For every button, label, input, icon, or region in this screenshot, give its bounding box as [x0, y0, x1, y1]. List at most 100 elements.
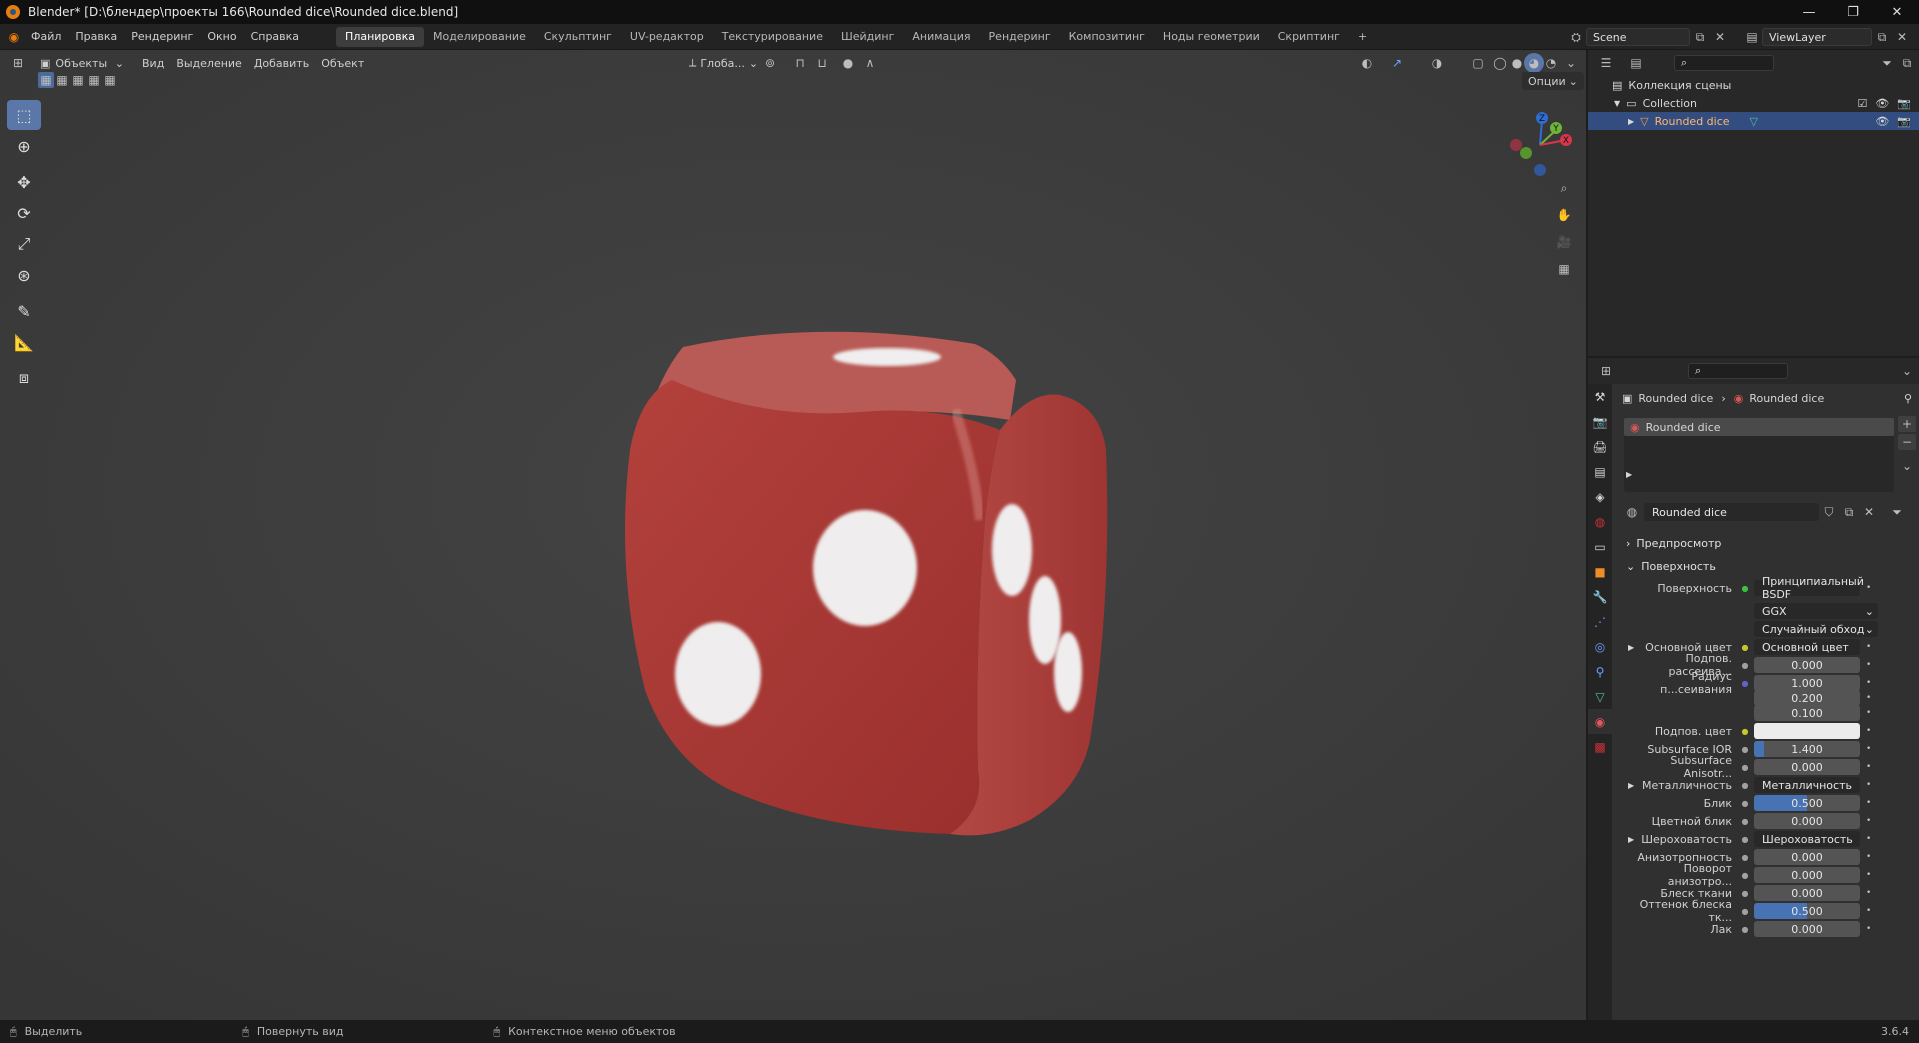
new-view-layer-icon[interactable]: ⧉ — [1872, 27, 1892, 47]
socket-dot-icon[interactable]: ● — [1740, 798, 1750, 808]
select-extend-icon[interactable]: ▦ — [54, 72, 70, 88]
material-tab-icon[interactable]: ◉ — [1588, 709, 1612, 734]
transform-orientation-selector[interactable]: ⟂ Глоба... ⌄ — [683, 53, 764, 73]
3d-viewport[interactable]: ⊞ ▣ Объекты ⌄ Вид Выделение Добавить Объе… — [0, 50, 1586, 1020]
outliner-row-scene-collection[interactable]: ▤ Коллекция сцены — [1588, 76, 1919, 94]
pan-hand-icon[interactable]: ✋ — [1552, 203, 1576, 227]
color-swatch-field[interactable] — [1754, 723, 1860, 739]
number-field[interactable]: 0.000 — [1754, 759, 1860, 775]
rotate-tool[interactable]: ⟳ — [7, 198, 41, 228]
keyframe-dot-icon[interactable]: • — [1866, 888, 1876, 898]
world-tab-icon[interactable]: ◍ — [1588, 509, 1612, 534]
keyframe-dot-icon[interactable]: • — [1866, 906, 1876, 916]
material-slot-item[interactable]: ◉ Rounded dice — [1624, 418, 1894, 436]
display-mode-icon[interactable]: ▤ — [1626, 53, 1646, 73]
visibility-icon[interactable]: ◐ — [1357, 53, 1377, 73]
expand-triangle-icon[interactable]: ▼ — [1614, 99, 1620, 108]
expand-triangle-icon[interactable]: ▶ — [1628, 835, 1634, 844]
menu-add[interactable]: Добавить — [248, 53, 315, 73]
select-subtract-icon[interactable]: ▦ — [70, 72, 86, 88]
expand-triangle-icon[interactable]: ▶ — [1628, 117, 1634, 126]
socket-dot-icon[interactable]: ● — [1740, 780, 1750, 790]
camera-view-icon[interactable]: 🎥 — [1552, 230, 1576, 254]
snap-icon[interactable]: ⊓ — [790, 53, 810, 73]
rendered-shading-icon[interactable]: ◔ — [1541, 53, 1561, 73]
socket-link-field[interactable]: Металличность — [1754, 777, 1860, 793]
add-slot-button[interactable]: + — [1898, 416, 1916, 432]
keyframe-dot-icon[interactable]: • — [1866, 660, 1876, 670]
select-box-tool[interactable]: ⬚ — [7, 100, 41, 130]
menu-edit[interactable]: Правка — [68, 24, 124, 50]
section-preview[interactable]: › Предпросмотр — [1626, 533, 1721, 553]
gizmo-neg-x-icon[interactable] — [1510, 139, 1522, 151]
proportional-editing-icon[interactable]: ● — [838, 53, 858, 73]
select-invert-icon[interactable]: ▦ — [86, 72, 102, 88]
pivot-point-icon[interactable]: ⊚ — [760, 53, 780, 73]
slot-menu-icon[interactable]: ⌄ — [1898, 458, 1916, 474]
socket-dot-icon[interactable]: ● — [1740, 642, 1750, 652]
socket-link-field[interactable]: Принципиальный BSDF — [1754, 575, 1864, 601]
keyframe-dot-icon[interactable]: • — [1866, 798, 1876, 808]
dropdown-field[interactable]: GGX ⌄ — [1754, 603, 1878, 619]
pin-icon[interactable]: ⚲ — [1904, 392, 1912, 405]
socket-dot-icon[interactable]: ● — [1740, 834, 1750, 844]
shading-options-icon[interactable]: ⌄ — [1561, 53, 1581, 73]
outliner-row-rounded-dice[interactable]: ▶ ▽ Rounded dice ▽ 👁 📷 — [1588, 112, 1919, 130]
keyframe-dot-icon[interactable]: • — [1866, 816, 1876, 826]
properties-search-input[interactable]: ⌕ — [1688, 363, 1788, 379]
section-surface[interactable]: ⌄ Поверхность — [1626, 556, 1716, 576]
number-field[interactable]: 0.100 — [1754, 705, 1860, 721]
data-tab-icon[interactable]: ▽ — [1588, 684, 1612, 709]
menu-help[interactable]: Справка — [244, 24, 306, 50]
keyframe-dot-icon[interactable]: • — [1866, 852, 1876, 862]
select-new-icon[interactable]: ▦ — [38, 72, 54, 88]
exclude-checkbox-icon[interactable]: ☑ — [1857, 97, 1867, 110]
select-intersect-icon[interactable]: ▦ — [102, 72, 118, 88]
render-tab-icon[interactable]: 📷 — [1588, 409, 1612, 434]
scale-tool[interactable]: ⤢ — [7, 229, 41, 259]
keyframe-dot-icon[interactable]: • — [1866, 780, 1876, 790]
transform-tool[interactable]: ⊛ — [7, 260, 41, 290]
visibility-eye-icon[interactable]: 👁 — [1875, 115, 1889, 128]
xray-icon[interactable]: ▢ — [1468, 53, 1488, 73]
keyframe-dot-icon[interactable]: • — [1866, 726, 1876, 736]
options-dropdown[interactable]: Опции ⌄ — [1522, 72, 1584, 90]
socket-dot-icon[interactable] — [1740, 708, 1750, 718]
mode-selector[interactable]: ▣ Объекты ⌄ — [34, 53, 130, 73]
render-camera-icon[interactable]: 📷 — [1897, 97, 1911, 110]
chevron-down-icon[interactable]: ⌄ — [1897, 361, 1917, 381]
number-field[interactable]: 0.000 — [1754, 867, 1860, 883]
socket-dot-icon[interactable]: ● — [1740, 924, 1750, 934]
delete-view-layer-icon[interactable]: ✕ — [1892, 27, 1912, 47]
socket-dot-icon[interactable]: ● — [1740, 852, 1750, 862]
keyframe-dot-icon[interactable]: • — [1866, 642, 1876, 652]
remove-slot-button[interactable]: − — [1898, 434, 1916, 450]
cursor-tool[interactable]: ⊕ — [7, 131, 41, 161]
properties-editor-icon[interactable]: ⊞ — [1596, 361, 1616, 381]
filter-icon[interactable]: ⏷ — [1877, 53, 1897, 73]
number-field[interactable]: 0.000 — [1754, 849, 1860, 865]
keyframe-dot-icon[interactable]: • — [1866, 762, 1876, 772]
socket-dot-icon[interactable] — [1740, 624, 1750, 634]
menu-render[interactable]: Рендеринг — [124, 24, 200, 50]
gizmo-neg-z-icon[interactable] — [1534, 164, 1546, 176]
menu-view[interactable]: Вид — [136, 53, 170, 73]
keyframe-dot-icon[interactable]: • — [1866, 693, 1876, 703]
snap-target-icon[interactable]: ⊔ — [812, 53, 832, 73]
tab-rendering[interactable]: Рендеринг — [980, 27, 1060, 47]
keyframe-dot-icon[interactable]: • — [1866, 678, 1876, 688]
tab-modeling[interactable]: Моделирование — [424, 27, 535, 47]
material-name-field[interactable]: Rounded dice — [1644, 503, 1819, 521]
zoom-icon[interactable]: ⌕ — [1552, 176, 1576, 200]
texture-tab-icon[interactable]: ▩ — [1588, 734, 1612, 759]
collection-tab-icon[interactable]: ▭ — [1588, 534, 1612, 559]
tab-uv-editing[interactable]: UV-редактор — [621, 27, 713, 47]
socket-dot-icon[interactable]: ● — [1740, 870, 1750, 880]
menu-file[interactable]: Файл — [24, 24, 68, 50]
tab-texture-paint[interactable]: Текстурирование — [713, 27, 832, 47]
add-cube-tool[interactable]: ⧈ — [7, 363, 41, 393]
socket-dot-icon[interactable] — [1740, 606, 1750, 616]
menu-object[interactable]: Объект — [315, 53, 370, 73]
delete-scene-icon[interactable]: ✕ — [1710, 27, 1730, 47]
number-field[interactable]: 1.400 — [1754, 741, 1860, 757]
